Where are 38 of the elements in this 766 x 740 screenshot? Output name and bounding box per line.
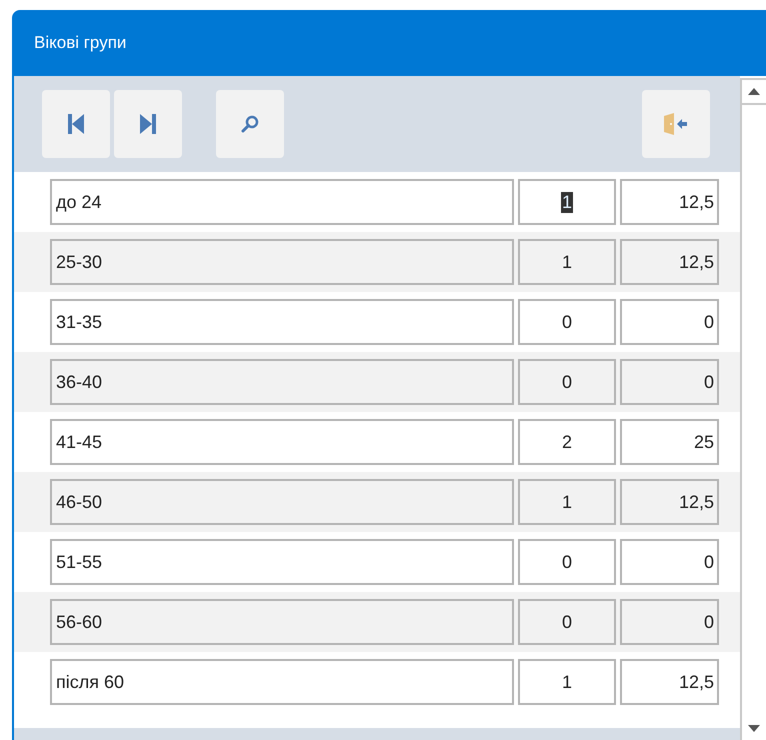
last-record-button[interactable]	[114, 90, 182, 158]
percent-field[interactable]: 12,5	[620, 659, 719, 705]
count-field[interactable]: 1	[518, 239, 616, 285]
search-button[interactable]	[216, 90, 284, 158]
age-group-field[interactable]: після 60	[50, 659, 514, 705]
age-group-field[interactable]: 46-50	[50, 479, 514, 525]
scroll-down-icon[interactable]	[748, 725, 760, 732]
percent-field[interactable]: 0	[620, 539, 719, 585]
count-field[interactable]: 0	[518, 539, 616, 585]
scroll-up-icon[interactable]	[748, 88, 760, 95]
age-group-field[interactable]: 36-40	[50, 359, 514, 405]
vertical-scrollbar[interactable]	[740, 78, 766, 740]
count-field[interactable]: 2	[518, 419, 616, 465]
search-icon	[241, 115, 259, 133]
count-field[interactable]: 0	[518, 599, 616, 645]
count-field[interactable]: 0	[518, 359, 616, 405]
percent-field[interactable]: 0	[620, 599, 719, 645]
percent-field[interactable]: 25	[620, 419, 719, 465]
first-record-button[interactable]	[42, 90, 110, 158]
age-group-field[interactable]: 25-30	[50, 239, 514, 285]
age-group-field[interactable]: до 24	[50, 179, 514, 225]
exit-door-icon	[664, 113, 688, 135]
last-icon	[140, 114, 156, 134]
window-title: Вікові групи	[34, 33, 126, 53]
age-group-field[interactable]: 41-45	[50, 419, 514, 465]
percent-field[interactable]: 0	[620, 299, 719, 345]
count-field[interactable]: 1	[518, 479, 616, 525]
age-group-field[interactable]: 56-60	[50, 599, 514, 645]
count-field[interactable]: 1	[518, 179, 616, 225]
count-field[interactable]: 0	[518, 299, 616, 345]
age-group-field[interactable]: 51-55	[50, 539, 514, 585]
first-icon	[68, 114, 84, 134]
percent-field[interactable]: 12,5	[620, 179, 719, 225]
age-group-field[interactable]: 31-35	[50, 299, 514, 345]
percent-field[interactable]: 12,5	[620, 479, 719, 525]
count-field[interactable]: 1	[518, 659, 616, 705]
percent-field[interactable]: 0	[620, 359, 719, 405]
percent-field[interactable]: 12,5	[620, 239, 719, 285]
